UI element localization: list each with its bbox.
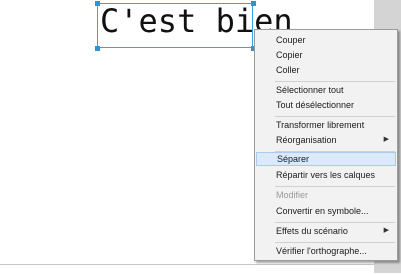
- menu-item-label: Sélectionner tout: [276, 85, 344, 95]
- menu-item-selectionner-tout[interactable]: Sélectionner tout: [256, 83, 396, 97]
- menu-separator: [275, 81, 395, 82]
- menu-item-label: Couper: [276, 35, 306, 45]
- resize-handle-top-right[interactable]: [251, 1, 256, 6]
- menu-item-couper[interactable]: Couper: [256, 33, 396, 47]
- menu-item-label: Convertir en symbole...: [276, 206, 369, 216]
- submenu-arrow-icon: ▶: [383, 136, 389, 143]
- menu-item-copier[interactable]: Copier: [256, 48, 396, 62]
- menu-item-coller[interactable]: Coller: [256, 63, 396, 77]
- menu-item-separer[interactable]: Séparer: [256, 152, 396, 166]
- menu-item-label: Séparer: [277, 154, 310, 164]
- menu-item-transformer-librement[interactable]: Transformer librement: [256, 118, 396, 132]
- menu-item-label: Modifier: [276, 190, 309, 200]
- menu-item-convertir-en-symbole[interactable]: Convertir en symbole...: [256, 204, 396, 218]
- menu-separator: [275, 116, 395, 117]
- menu-item-verifier-orthographe[interactable]: Vérifier l'orthographe...: [256, 244, 396, 258]
- menu-item-label: Coller: [276, 65, 300, 75]
- context-menu: Couper Copier Coller Sélectionner tout T…: [254, 29, 398, 261]
- menu-item-label: Répartir vers les calques: [276, 170, 376, 180]
- menu-item-label: Copier: [276, 50, 303, 60]
- menu-item-modifier: Modifier: [256, 188, 396, 202]
- menu-item-label: Tout désélectionner: [276, 100, 355, 110]
- menu-separator: [275, 222, 395, 223]
- resize-handle-bottom-left[interactable]: [95, 46, 100, 51]
- resize-handle-top-left[interactable]: [95, 1, 100, 6]
- menu-item-label: Effets du scénario: [276, 226, 348, 236]
- stage: C'est bien Couper Copier Coller Sélectio…: [0, 0, 401, 274]
- menu-item-tout-deselectionner[interactable]: Tout désélectionner: [256, 98, 396, 112]
- submenu-arrow-icon: ▶: [383, 227, 389, 234]
- menu-item-label: Réorganisation: [276, 135, 337, 145]
- selected-text-box[interactable]: C'est bien: [97, 2, 293, 48]
- menu-item-label: Transformer librement: [276, 120, 365, 130]
- menu-separator: [275, 242, 395, 243]
- menu-separator: [275, 186, 395, 187]
- menu-item-reorganisation[interactable]: Réorganisation ▶: [256, 133, 396, 147]
- menu-item-label: Vérifier l'orthographe...: [276, 246, 367, 256]
- menu-item-effets-du-scenario[interactable]: Effets du scénario ▶: [256, 224, 396, 238]
- menu-item-repartir-vers-les-calques[interactable]: Répartir vers les calques: [256, 168, 396, 182]
